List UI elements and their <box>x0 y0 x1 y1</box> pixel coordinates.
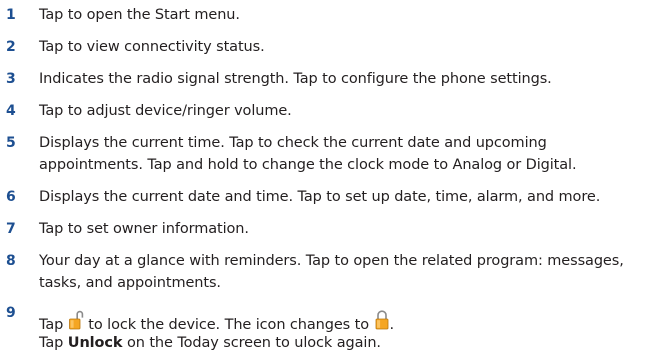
item-text-line: Your day at a glance with reminders. Tap… <box>39 253 624 269</box>
item-number: 4 <box>6 103 16 119</box>
item-number: 9 <box>6 305 16 321</box>
item-text: Tap to lock the device. The icon changes… <box>39 310 667 354</box>
text-fragment: Tap <box>39 317 68 333</box>
item-text: Tap to open the Start menu. <box>39 7 240 23</box>
item-text: Tap to adjust device/ringer volume. <box>39 103 292 119</box>
item-text: Tap to set owner information. <box>39 221 249 237</box>
unlock-keyword: Unlock <box>67 335 123 351</box>
item-number: 6 <box>6 189 16 205</box>
locked-padlock-icon <box>375 310 388 330</box>
unlocked-padlock-icon <box>68 310 83 330</box>
item-number: 8 <box>6 253 16 269</box>
item-number: 5 <box>6 135 16 151</box>
item-text: Your day at a glance with reminders. Tap… <box>39 250 667 294</box>
item-text-line: tasks, and appointments. <box>39 275 221 291</box>
item-text-line: appointments. Tap and hold to change the… <box>39 157 577 173</box>
numbered-list: 1 Tap to open the Start menu. 2 Tap to v… <box>0 0 670 358</box>
item-number: 1 <box>6 7 16 23</box>
item-text-line: Tap Unlock on the Today screen to ulock … <box>39 332 667 354</box>
text-fragment: on the Today screen to ulock again. <box>122 335 381 351</box>
item-text-line: Displays the current time. Tap to check … <box>39 135 547 151</box>
item-text: Tap to view connectivity status. <box>39 39 265 55</box>
item-number: 2 <box>6 39 16 55</box>
text-fragment: Tap <box>39 335 68 351</box>
item-number: 7 <box>6 221 16 237</box>
item-text: Displays the current date and time. Tap … <box>39 189 601 205</box>
item-number: 3 <box>6 71 16 87</box>
text-fragment: . <box>389 317 395 333</box>
item-text: Indicates the radio signal strength. Tap… <box>39 71 552 87</box>
item-text: Displays the current time. Tap to check … <box>39 132 667 176</box>
text-fragment: to lock the device. The icon changes to <box>83 317 374 333</box>
